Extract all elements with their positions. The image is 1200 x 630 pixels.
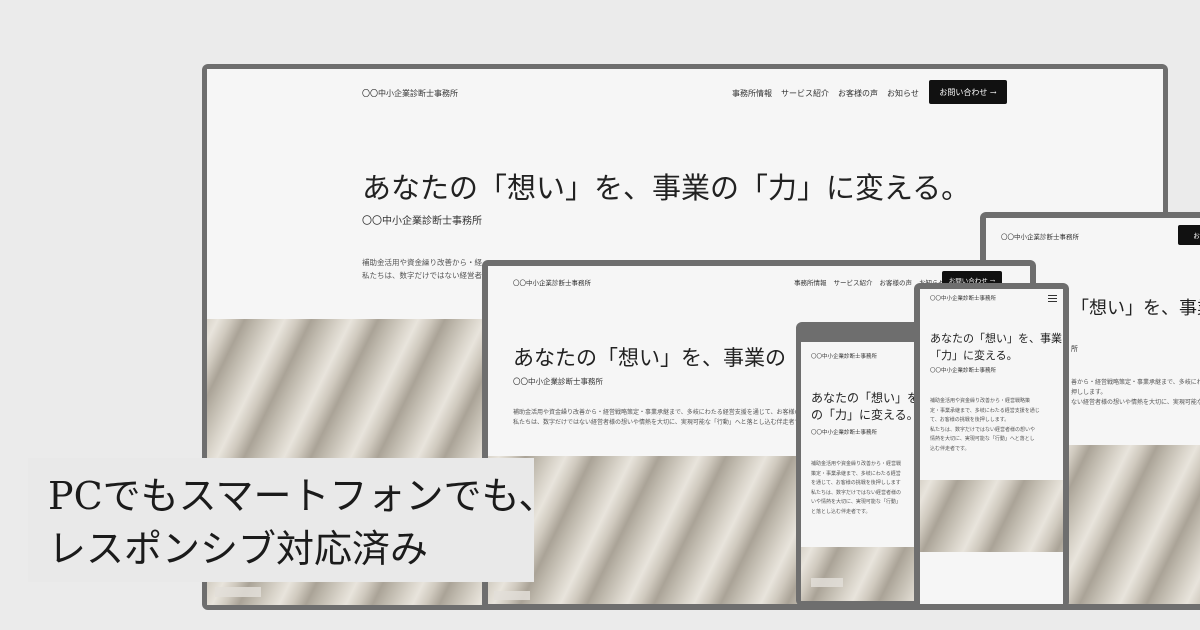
hero-headline: 「想い」を、事業の [1071,298,1200,319]
caption-line-1: PCでもスマートフォンでも、 [48,474,557,518]
contact-button[interactable]: お問い [1178,225,1200,245]
hero-subtitle: 所 [1071,345,1078,353]
nav-item-services[interactable]: サービス紹介 [834,277,873,287]
nav-item-office[interactable]: 事務所情報 [794,277,827,287]
hero-subtitle: 〇〇中小企業診断士事務所 [930,368,997,374]
caption-line-2: レスポンシブ対応済み [48,527,429,571]
hero-dune-image [920,480,1063,552]
hero-paragraph: 補助金活用や資金繰り改善から・経営戦 策定・事業承継まで、多岐にわたる経営 を通… [811,461,902,515]
smartphone-frame: 〇〇中小企業診断士事務所 あなたの「想い」を、事業の 「力」に変える。 〇〇中小… [914,283,1069,608]
hero-dune-image [801,547,926,601]
hamburger-menu-icon[interactable] [1048,295,1057,304]
scroll-indicator [215,587,261,597]
hero-headline: あなたの「想い」を、事 の「力」に変える。 [811,391,926,423]
site-logo[interactable]: 〇〇中小企業診断士事務所 [1001,231,1079,241]
hero-headline: あなたの「想い」を、事業の「力」に変える。 [362,171,971,205]
hero-subtitle: 〇〇中小企業診断士事務所 [811,430,878,436]
nav-item-services[interactable]: サービス紹介 [781,88,829,99]
site-logo[interactable]: 〇〇中小企業診断士事務所 [930,294,996,302]
smartphone-screen: 〇〇中小企業診断士事務所 あなたの「想い」を、事業の 「力」に変える。 〇〇中小… [920,289,1063,604]
hero-paragraph: 補助金活用や資金繰り改善から・経営戦略策定・事業承継まで、多岐にわたる経営支援を… [513,409,803,427]
nav-item-voices[interactable]: お客様の声 [880,277,913,287]
nav-item-voices[interactable]: お客様の声 [838,88,878,99]
scroll-indicator [494,591,530,600]
hero-paragraph: 補助金活用や資金繰り改善から・経営戦略策定・事業承継まで、多岐にわたる経営支援を… [362,258,482,280]
hero-headline: あなたの「想い」を、事業の 「力」に変える。 [930,332,1063,363]
contact-button[interactable]: お問い合わせ → [929,80,1007,104]
site-logo[interactable]: 〇〇中小企業診断士事務所 [362,88,458,99]
site-logo[interactable]: 〇〇中小企業診断士事務所 [513,277,591,287]
site-logo[interactable]: 〇〇中小企業診断士事務所 [811,352,877,360]
hero-subtitle: 〇〇中小企業診断士事務所 [513,377,603,386]
caption-overlay: PCでもスマートフォンでも、 レスポンシブ対応済み [28,458,557,582]
nav-item-office[interactable]: 事務所情報 [732,88,772,99]
tablet-screen: 〇〇中小企業診断士事務所 あなたの「想い」を、事 の「力」に変える。 〇〇中小企… [801,342,926,601]
hero-paragraph: 善から・経営戦略策定・事業承継まで、多岐にわ 押しします。 ない経営者様の想いや… [1071,379,1200,407]
tablet-frame: 〇〇中小企業診断士事務所 あなたの「想い」を、事 の「力」に変える。 〇〇中小企… [796,322,931,606]
scroll-indicator [811,578,843,587]
hero-subtitle: 〇〇中小企業診断士事務所 [362,216,482,227]
nav-item-news[interactable]: お知らせ [887,88,919,99]
main-nav: 事務所情報 サービス紹介 お客様の声 お知らせ [732,88,919,99]
hero-paragraph: 補助金活用や資金繰り改善から・経営戦略策 定・事業承継まで、多岐にわたる経営支援… [930,398,1040,452]
